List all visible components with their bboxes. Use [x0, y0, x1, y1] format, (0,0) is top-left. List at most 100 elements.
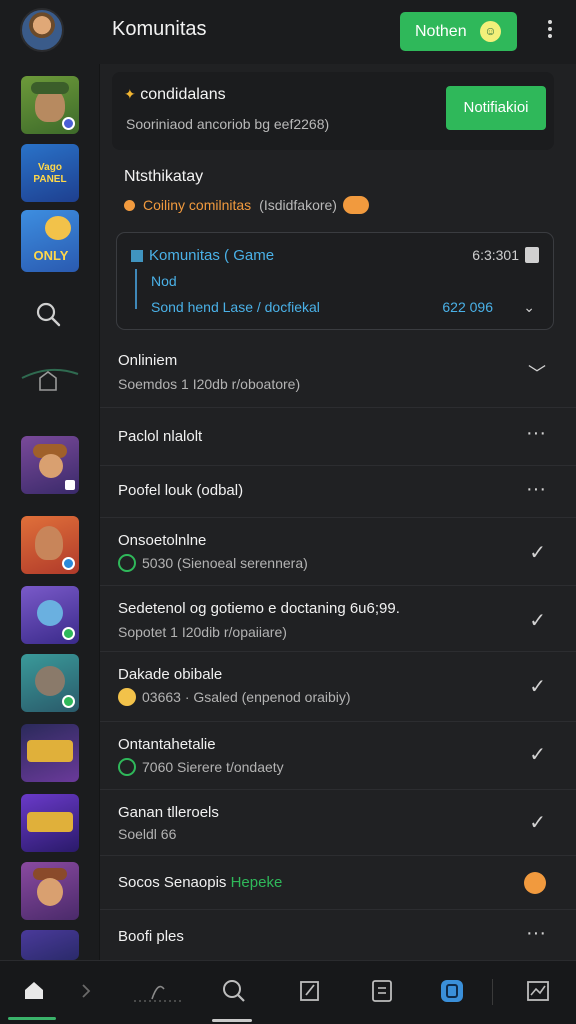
list-item[interactable]: Ontantahetalie 7060 Sierere t/ondaety ✓ — [100, 722, 576, 790]
thumbnail-logo-text: ONLY — [33, 248, 69, 263]
list-item-title: Dakade obibale — [118, 666, 223, 683]
music-icon[interactable] — [130, 977, 186, 1005]
community-sidebar: Vago PANEL ONLY — [0, 64, 100, 960]
green-status-icon — [118, 758, 136, 776]
list-item-subtitle: 7060 Sierere t/ondaety — [142, 759, 284, 775]
compose-icon[interactable] — [296, 977, 324, 1005]
section-subtitle-muted: (Isdidfakore) — [259, 197, 337, 213]
notification-card: ✦ condidalans Sooriniaod ancoriob bg eef… — [112, 72, 554, 150]
list-item-title: Ganan tlleroels — [118, 804, 219, 821]
home-indicator-bar — [212, 1019, 252, 1022]
community-thumbnail[interactable] — [21, 930, 79, 960]
list-item-title-accent: Hepeke — [230, 874, 283, 891]
list-item[interactable]: Onliniem Soemdos 1 I20db r/oboatore) ﹀ — [100, 340, 576, 408]
community-thumbnail[interactable] — [21, 516, 79, 574]
list-item-title-row: Socos Senaopis Hepeke — [118, 874, 282, 891]
section-subtitle: Coiliny comilnitas (Isdidfakore) — [124, 196, 369, 214]
bookmark-home-icon[interactable] — [20, 360, 80, 396]
home-icon[interactable] — [20, 977, 48, 1005]
game-icon — [131, 250, 143, 262]
check-icon[interactable]: ✓ — [529, 608, 546, 633]
game-community-card[interactable]: Komunitas ( Game 6:3:301 Nod Sond hend L… — [116, 232, 554, 330]
top-app-bar: Komunitas Nothen ☺ — [0, 0, 576, 64]
list-item[interactable]: Boofi ples ··· — [100, 910, 576, 960]
map-icon[interactable] — [524, 977, 552, 1005]
search-icon[interactable] — [34, 300, 62, 328]
square-icon — [525, 247, 539, 263]
section-subtitle-accent: Coiliny comilnitas — [143, 197, 252, 213]
game-card-count: 622 096 — [442, 299, 493, 315]
more-dots-icon[interactable]: ··· — [526, 922, 546, 945]
chevron-down-icon[interactable]: ⌄ — [523, 299, 535, 316]
game-controller-icon[interactable] — [438, 977, 466, 1005]
notification-button[interactable]: Nothen ☺ — [400, 12, 517, 51]
list-item-subtitle: Soemdos 1 I20db r/oboatore) — [118, 376, 301, 392]
section-title: Ntsthikatay — [124, 168, 204, 185]
game-card-time: 6:3:301 — [472, 247, 519, 263]
thread-line — [135, 269, 137, 309]
community-thumbnail[interactable]: ONLY — [21, 210, 79, 272]
notification-card-title: condidalans — [140, 86, 226, 103]
more-options-icon[interactable] — [540, 20, 560, 42]
status-dot-icon — [124, 199, 135, 211]
list-item[interactable]: Socos Senaopis Hepeke — [100, 856, 576, 910]
more-dots-icon[interactable]: ··· — [526, 478, 546, 501]
community-thumbnail[interactable] — [21, 436, 79, 494]
list-item[interactable]: Paclol nlalolt ··· — [100, 408, 576, 466]
check-icon[interactable]: ✓ — [529, 674, 546, 699]
list-item-subtitle-row: 03663 · Gsaled (enpenod oraibiy) — [118, 688, 351, 706]
notification-card-button[interactable]: Notifiakioi — [446, 86, 546, 130]
community-thumbnail[interactable] — [21, 724, 79, 782]
community-thumbnail[interactable] — [21, 794, 79, 852]
document-icon[interactable] — [368, 977, 396, 1005]
notification-card-subtitle: Sooriniaod ancoriob bg eef2268) — [126, 116, 330, 132]
thumbnail-logo-text: Vago PANEL — [33, 162, 67, 185]
chat-bubble-icon: ☺ — [480, 21, 501, 42]
list-item-subtitle-row: 7060 Sierere t/ondaety — [118, 758, 284, 776]
list-item-title: Onsoetolnlne — [118, 532, 207, 549]
bottom-navigation — [0, 960, 576, 1024]
community-thumbnail[interactable] — [21, 654, 79, 712]
nav-divider — [492, 979, 493, 1005]
game-card-subtitle: Nod — [151, 273, 177, 289]
list-item[interactable]: Ganan tlleroels Soeldl 66 ✓ — [100, 790, 576, 856]
sparkle-icon: ✦ — [124, 86, 136, 102]
notification-card-title-row: ✦ condidalans — [124, 86, 226, 104]
list-item[interactable]: Dakade obibale 03663 · Gsaled (enpenod o… — [100, 652, 576, 722]
community-thumbnail[interactable] — [21, 76, 79, 134]
list-item-subtitle: 03663 · Gsaled (enpenod oraibiy) — [142, 689, 351, 705]
green-status-icon — [118, 554, 136, 572]
list-item-subtitle: 5030 (Sienoeal serennera) — [142, 555, 308, 571]
game-card-link[interactable]: Sond hend Lase / docfiekal — [151, 299, 320, 315]
list-item-title: Ontantahetalie — [118, 736, 216, 753]
orange-badge-icon[interactable] — [524, 872, 546, 894]
community-thumbnail[interactable]: Vago PANEL — [21, 144, 79, 202]
chevron-down-icon[interactable]: ﹀ — [528, 360, 546, 386]
list-item[interactable]: Onsoetolnlne 5030 (Sienoeal serennera) ✓ — [100, 518, 576, 586]
chevron-right-icon[interactable] — [78, 977, 94, 1005]
list-item-title: Boofi ples — [118, 928, 184, 945]
list-item-subtitle: Sopotet 1 I20dib r/opaiiare) — [118, 624, 287, 640]
emoji-icon — [118, 688, 136, 706]
notification-button-label: Nothen — [415, 22, 467, 40]
check-icon[interactable]: ✓ — [529, 540, 546, 565]
list-item[interactable]: Sedetenol og gotiemo e doctaning 6u6;99.… — [100, 586, 576, 652]
check-icon[interactable]: ✓ — [529, 742, 546, 767]
profile-avatar[interactable] — [20, 8, 64, 52]
check-icon[interactable]: ✓ — [529, 810, 546, 835]
search-icon[interactable] — [220, 977, 248, 1005]
list-item-subtitle-row: 5030 (Sienoeal serennera) — [118, 554, 308, 572]
list-item-title: Socos Senaopis — [118, 874, 227, 891]
community-feed: ✦ condidalans Sooriniaod ancoriob bg eef… — [100, 64, 576, 960]
active-tab-indicator — [8, 1017, 56, 1020]
more-dots-icon[interactable]: ··· — [526, 422, 546, 445]
toggle-pill[interactable] — [342, 196, 369, 214]
community-thumbnail[interactable] — [21, 862, 79, 920]
list-item[interactable]: Poofel louk (odbal) ··· — [100, 466, 576, 518]
list-item-title: Onliniem — [118, 352, 178, 369]
game-card-title: Komunitas ( Game — [149, 247, 275, 264]
list-item-subtitle: Soeldl 66 — [118, 826, 177, 842]
list-item-title: Sedetenol og gotiemo e doctaning 6u6;99. — [118, 600, 400, 617]
community-thumbnail[interactable] — [21, 586, 79, 644]
list-item-title: Paclol nlalolt — [118, 428, 203, 445]
